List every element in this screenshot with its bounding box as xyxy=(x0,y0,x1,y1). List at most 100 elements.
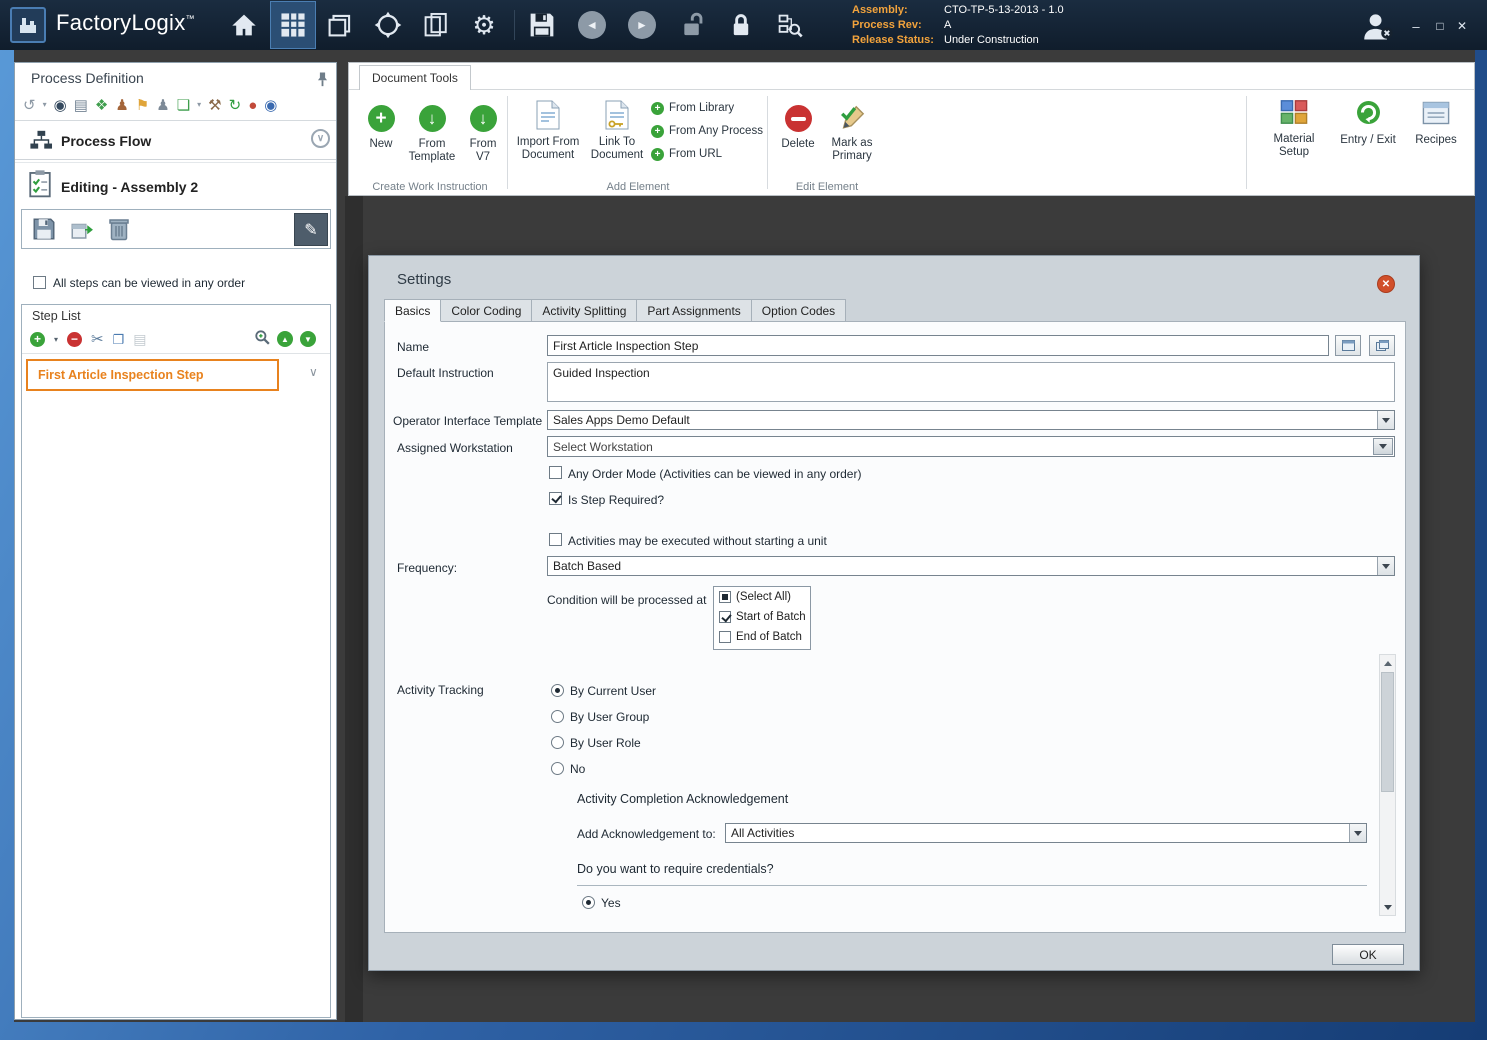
dropdown-icon[interactable] xyxy=(1349,824,1366,842)
help-icon[interactable]: ◉ xyxy=(264,98,277,113)
process-flow-label[interactable]: Process Flow xyxy=(61,133,151,149)
condition-start-of-batch-checkbox[interactable] xyxy=(719,611,731,623)
print-icon[interactable]: ▤ xyxy=(74,98,88,113)
sync-icon[interactable]: ↻ xyxy=(229,98,242,113)
ribbon-new-button[interactable]: + New xyxy=(359,90,403,195)
paste-step-button[interactable]: ▤ xyxy=(133,332,146,346)
credentials-yes-radio[interactable] xyxy=(582,896,595,909)
ribbon-from-any-process-button[interactable]: + From Any Process xyxy=(651,122,763,140)
record-icon[interactable]: ● xyxy=(248,98,257,113)
export-step-button[interactable] xyxy=(70,217,94,246)
dialog-close-button[interactable]: ✕ xyxy=(1377,275,1395,293)
dropdown-icon[interactable] xyxy=(1377,411,1394,429)
export-icon[interactable]: ❏ xyxy=(177,98,190,113)
process-stack-button[interactable] xyxy=(322,7,358,43)
forward-button[interactable]: ► xyxy=(626,9,658,41)
edit-mode-button[interactable]: ✎ xyxy=(294,213,328,246)
without-unit-checkbox[interactable] xyxy=(549,533,562,546)
user-button[interactable] xyxy=(1356,8,1398,44)
maximize-button[interactable]: □ xyxy=(1430,16,1450,36)
home-button[interactable] xyxy=(226,7,262,43)
lock-button[interactable] xyxy=(724,8,758,42)
ribbon-from-v7-button[interactable]: ↓ From V7 xyxy=(463,90,503,195)
undo-menu-icon[interactable]: ▾ xyxy=(43,101,47,109)
process-search-button[interactable] xyxy=(772,8,808,44)
ack-select[interactable]: All Activities xyxy=(725,823,1367,843)
undo-icon[interactable]: ↺ xyxy=(23,98,36,113)
assembly-value: CTO-TP-5-13-2013 - 1.0 xyxy=(944,3,1064,18)
ribbon-from-template-button[interactable]: ↓ From Template xyxy=(405,90,459,195)
find-step-icon[interactable] xyxy=(254,329,270,350)
ribbon-mark-as-primary-button[interactable]: Mark as Primary xyxy=(825,90,879,195)
window-close-button[interactable]: ✕ xyxy=(1452,16,1472,36)
documents-button[interactable] xyxy=(418,7,454,43)
user-icon[interactable]: ♟ xyxy=(115,98,128,113)
condition-end-of-batch-checkbox[interactable] xyxy=(719,631,731,643)
tab-option-codes[interactable]: Option Codes xyxy=(752,299,846,322)
tab-part-assignments[interactable]: Part Assignments xyxy=(637,299,751,322)
tracking-by-user-role-radio[interactable] xyxy=(551,736,564,749)
scroll-thumb[interactable] xyxy=(1381,672,1394,792)
frequency-select[interactable]: Batch Based xyxy=(547,556,1395,576)
operator-interface-template-select[interactable]: Sales Apps Demo Default xyxy=(547,410,1395,430)
delete-step-button[interactable] xyxy=(108,217,130,246)
tracking-no-radio[interactable] xyxy=(551,762,564,775)
save-step-button[interactable] xyxy=(32,217,56,246)
left-splitter[interactable] xyxy=(345,196,363,1022)
ok-button[interactable]: OK xyxy=(1332,944,1404,965)
any-order-steps-checkbox[interactable] xyxy=(33,276,46,289)
condition-select-all-checkbox[interactable] xyxy=(719,591,731,603)
tab-activity-splitting[interactable]: Activity Splitting xyxy=(532,299,637,322)
process-tree-icon[interactable]: ❖ xyxy=(95,98,108,113)
step-expand-icon[interactable]: ∨ xyxy=(309,365,318,379)
tab-document-tools[interactable]: Document Tools xyxy=(359,65,471,90)
pin-icon[interactable] xyxy=(316,71,329,92)
step-item-selected[interactable]: First Article Inspection Step xyxy=(26,359,279,391)
default-instruction-input[interactable]: Guided Inspection xyxy=(547,362,1395,402)
scrollbar[interactable] xyxy=(1379,654,1396,916)
ribbon-entry-exit-button[interactable]: Entry / Exit xyxy=(1335,90,1401,195)
back-button[interactable]: ◄ xyxy=(576,9,608,41)
tools-icon[interactable]: ⚒ xyxy=(208,98,221,113)
move-step-down-button[interactable]: ▼ xyxy=(300,331,316,347)
tracking-by-current-user-radio[interactable] xyxy=(551,684,564,697)
condition-listbox[interactable]: (Select All) Start of Batch End of Batch xyxy=(713,586,811,650)
remove-step-button[interactable]: − xyxy=(67,332,82,347)
tab-color-coding[interactable]: Color Coding xyxy=(441,299,532,322)
collapse-button[interactable]: ∨ xyxy=(311,129,330,148)
flag-icon[interactable]: ⚑ xyxy=(136,98,149,113)
unlock-button[interactable] xyxy=(676,8,710,42)
is-step-required-checkbox[interactable] xyxy=(549,492,562,505)
settings-gear-button[interactable]: ⚙ xyxy=(466,7,502,43)
ribbon-import-from-document-button[interactable]: Import From Document xyxy=(513,90,583,195)
tab-basics[interactable]: Basics xyxy=(384,299,441,322)
name-zoom-button[interactable] xyxy=(1335,335,1361,356)
name-edit-button[interactable] xyxy=(1369,335,1395,356)
ribbon-link-to-document-button[interactable]: Link To Document xyxy=(587,90,647,195)
ribbon-from-url-button[interactable]: + From URL xyxy=(651,145,722,163)
scroll-up-button[interactable] xyxy=(1380,655,1395,671)
add-step-menu-icon[interactable]: ▾ xyxy=(54,335,58,344)
ribbon-delete-button[interactable]: Delete xyxy=(775,90,821,195)
tracking-by-user-group-radio[interactable] xyxy=(551,710,564,723)
navigator-button[interactable] xyxy=(370,7,406,43)
save-button[interactable] xyxy=(524,7,560,43)
move-step-up-button[interactable]: ▲ xyxy=(277,331,293,347)
any-order-mode-checkbox[interactable] xyxy=(549,466,562,479)
ribbon-material-setup-button[interactable]: Material Setup xyxy=(1261,90,1327,195)
assigned-workstation-combo[interactable]: Select Workstation xyxy=(547,436,1395,457)
dropdown-icon[interactable] xyxy=(1377,557,1394,575)
name-input[interactable] xyxy=(547,335,1329,356)
cut-step-button[interactable]: ✂ xyxy=(91,332,104,347)
add-step-button[interactable]: + xyxy=(30,332,45,347)
work-instructions-button-active[interactable] xyxy=(270,1,316,49)
export-menu-icon[interactable]: ▾ xyxy=(197,101,201,109)
ribbon-recipes-button[interactable]: Recipes xyxy=(1407,90,1465,195)
scroll-down-button[interactable] xyxy=(1380,899,1395,915)
minimize-button[interactable]: – xyxy=(1406,16,1426,36)
web-icon[interactable]: ◉ xyxy=(54,98,67,113)
copy-step-button[interactable]: ❐ xyxy=(113,333,125,346)
user-group-icon[interactable]: ♟ xyxy=(156,98,169,113)
ribbon-from-library-button[interactable]: + From Library xyxy=(651,99,734,117)
workstation-dropdown-button[interactable] xyxy=(1373,438,1393,455)
